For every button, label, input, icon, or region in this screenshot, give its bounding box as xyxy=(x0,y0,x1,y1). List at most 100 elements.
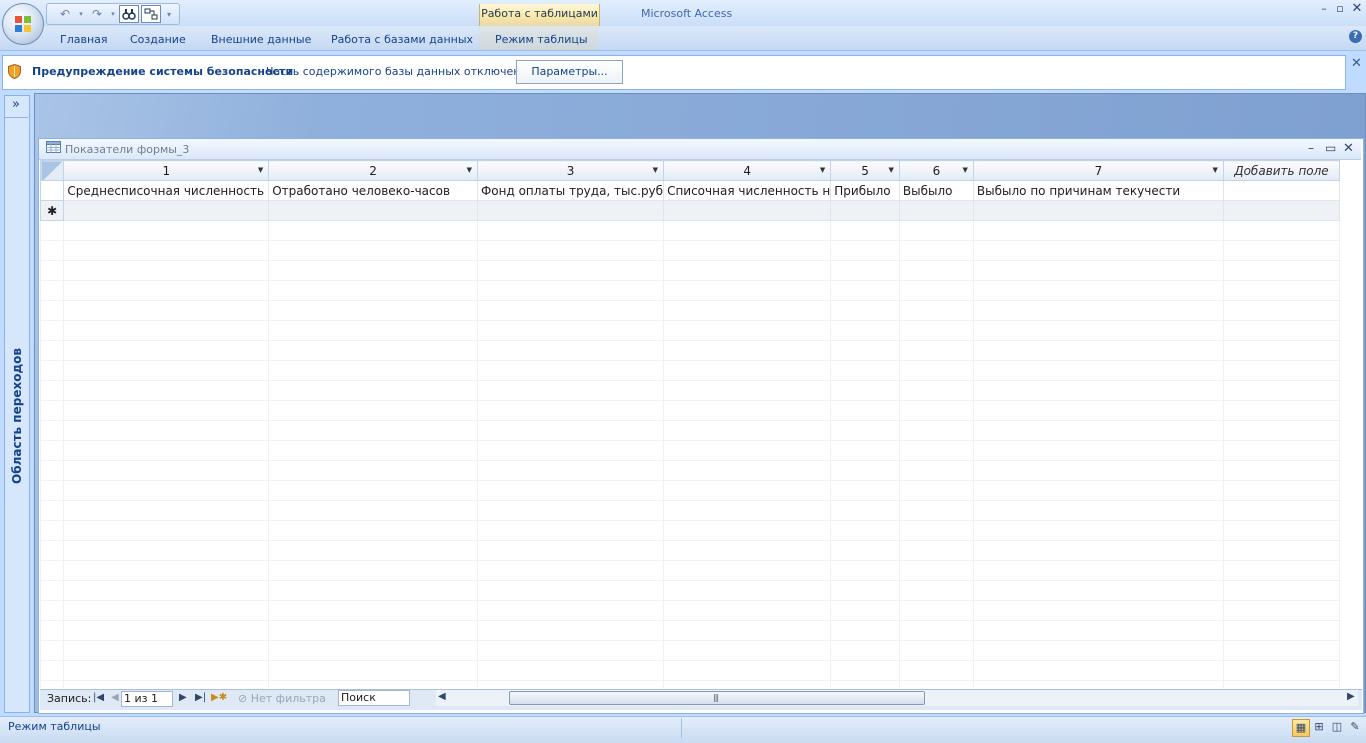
column-dropdown-icon[interactable]: ▼ xyxy=(963,166,968,174)
empty-cell xyxy=(972,420,1224,441)
column-header[interactable]: 6 ▼ xyxy=(898,160,974,181)
prev-record-icon[interactable]: ◀ xyxy=(111,692,119,703)
empty-cell xyxy=(898,460,974,481)
empty-cell xyxy=(663,580,832,601)
scroll-left-icon[interactable]: ◀ xyxy=(438,691,446,702)
tab-datasheet[interactable]: Режим таблицы xyxy=(495,33,588,46)
next-record-icon[interactable]: ▶ xyxy=(179,692,187,703)
search-input[interactable]: Поиск xyxy=(338,690,410,706)
params-button[interactable]: Параметры... xyxy=(516,60,623,84)
new-record-cell[interactable] xyxy=(1222,200,1340,221)
scroll-right-icon[interactable]: ▶ xyxy=(1347,691,1355,702)
empty-cell xyxy=(268,460,478,481)
navigation-pane-label[interactable]: Область переходов xyxy=(10,346,26,486)
tab-create[interactable]: Создание xyxy=(130,33,186,46)
first-record-icon[interactable]: |◀ xyxy=(93,692,104,703)
new-record-cell[interactable] xyxy=(830,200,900,221)
datasheet-grid[interactable]: 1 ▼ 2 ▼ 3 ▼ 4 ▼ 5 ▼ 6 ▼ 7 ▼ Добавить поле Средн… xyxy=(40,160,1340,688)
nav-pane-toggle-icon[interactable]: » xyxy=(4,95,28,118)
office-button[interactable] xyxy=(2,3,44,45)
column-header[interactable]: 4 ▼ xyxy=(663,160,832,181)
column-header[interactable]: 2 ▼ xyxy=(268,160,478,181)
redo-icon[interactable]: ↷ xyxy=(87,5,107,23)
empty-cell xyxy=(972,680,1224,688)
datasheet-view-icon[interactable]: ▦ xyxy=(1292,719,1310,737)
caption-cell[interactable]: Фонд оплаты труда, тыс.руб xyxy=(476,180,665,201)
empty-cell xyxy=(268,220,478,241)
tab-external-data[interactable]: Внешние данные xyxy=(211,33,311,46)
empty-cell xyxy=(268,260,478,281)
caption-cell[interactable]: Отработано человеко-часов xyxy=(268,180,478,201)
caption-cell[interactable]: Среднесписочная численность xyxy=(63,180,270,201)
pivot-table-view-icon[interactable]: ⊞ xyxy=(1311,719,1327,735)
security-warning-message: Часть содержимого базы данных отключено xyxy=(266,65,528,78)
new-record-marker[interactable]: ✱ xyxy=(40,200,65,221)
empty-cell xyxy=(63,340,270,361)
customize-qat-icon[interactable]: ▾ xyxy=(163,5,175,23)
column-header[interactable]: 7 ▼ xyxy=(972,160,1224,181)
relationships-icon[interactable] xyxy=(141,5,161,23)
caption-cell[interactable]: Выбыло по причинам текучести xyxy=(972,180,1224,201)
empty-cell xyxy=(40,380,65,401)
caption-cell[interactable]: Списочная численность н xyxy=(663,180,832,201)
empty-cell xyxy=(1222,260,1340,281)
column-header[interactable]: 1 ▼ xyxy=(63,160,270,181)
empty-cell xyxy=(268,340,478,361)
column-dropdown-icon[interactable]: ▼ xyxy=(653,166,658,174)
restore-icon[interactable]: ▫ xyxy=(1332,2,1348,16)
redo-dropdown-icon[interactable]: ▾ xyxy=(109,5,117,23)
new-record-cell[interactable] xyxy=(268,200,478,221)
column-header[interactable]: 3 ▼ xyxy=(476,160,665,181)
close-message-bar-icon[interactable]: ✕ xyxy=(1351,56,1362,71)
column-dropdown-icon[interactable]: ▼ xyxy=(820,166,825,174)
empty-cell xyxy=(830,440,900,461)
empty-cell xyxy=(63,400,270,421)
column-dropdown-icon[interactable]: ▼ xyxy=(467,166,472,174)
caption-cell[interactable]: Прибыло xyxy=(830,180,900,201)
column-header[interactable]: 5 ▼ xyxy=(830,160,900,181)
tab-database-tools[interactable]: Работа с базами данных xyxy=(331,33,473,46)
column-dropdown-icon[interactable]: ▼ xyxy=(888,166,893,174)
new-record-cell[interactable] xyxy=(63,200,270,221)
doc-minimize-icon[interactable]: – xyxy=(1308,141,1314,155)
close-icon[interactable]: ✕ xyxy=(1349,2,1365,16)
last-record-icon[interactable]: ▶| xyxy=(195,692,206,703)
new-record-cell[interactable] xyxy=(972,200,1224,221)
empty-cell xyxy=(40,320,65,341)
new-record-icon[interactable]: ▶✱ xyxy=(211,692,227,703)
doc-close-icon[interactable]: ✕ xyxy=(1343,141,1354,156)
column-dropdown-icon[interactable]: ▼ xyxy=(258,166,263,174)
status-bar xyxy=(0,716,1366,743)
status-text: Режим таблицы xyxy=(8,720,101,733)
empty-cell xyxy=(63,260,270,281)
record-counter[interactable]: 1 из 1 xyxy=(121,691,173,707)
new-record-cell[interactable] xyxy=(898,200,974,221)
minimize-icon[interactable]: – xyxy=(1316,2,1332,16)
undo-dropdown-icon[interactable]: ▾ xyxy=(77,5,85,23)
row-selector[interactable] xyxy=(40,180,65,201)
pivot-chart-view-icon[interactable]: ◫ xyxy=(1329,719,1345,735)
doc-maximize-icon[interactable]: ▭ xyxy=(1325,141,1336,155)
empty-cell xyxy=(1222,580,1340,601)
caption-cell[interactable]: Выбыло xyxy=(898,180,974,201)
tab-home[interactable]: Главная xyxy=(60,33,108,46)
new-record-cell[interactable] xyxy=(663,200,832,221)
empty-cell xyxy=(40,520,65,541)
find-icon[interactable] xyxy=(119,5,139,23)
empty-cell xyxy=(830,320,900,341)
empty-cell xyxy=(268,560,478,581)
design-view-icon[interactable]: ✎ xyxy=(1347,719,1363,735)
caption-cell[interactable] xyxy=(1222,180,1340,201)
help-icon[interactable]: ? xyxy=(1349,30,1362,43)
undo-icon[interactable]: ↶ xyxy=(55,5,75,23)
quick-access-toolbar: ↶ ▾ ↷ ▾ ▾ xyxy=(46,3,180,25)
empty-cell xyxy=(1222,220,1340,241)
empty-cell xyxy=(663,680,832,688)
empty-cell xyxy=(830,660,900,681)
add-field-header[interactable]: Добавить поле xyxy=(1222,160,1340,181)
new-record-cell[interactable] xyxy=(476,200,665,221)
ribbon-tabs xyxy=(0,26,1366,51)
column-dropdown-icon[interactable]: ▼ xyxy=(1213,166,1218,174)
filter-status[interactable]: ⊘ Нет фильтра xyxy=(238,692,326,705)
select-all-corner[interactable] xyxy=(40,160,65,181)
